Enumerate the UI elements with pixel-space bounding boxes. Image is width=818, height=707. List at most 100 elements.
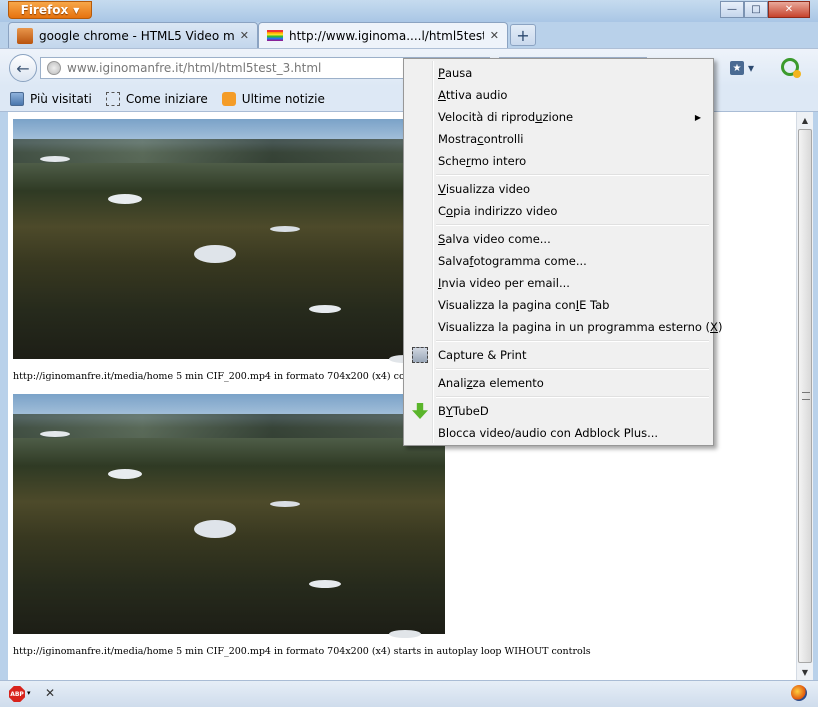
- firefox-icon: [791, 685, 807, 701]
- menu-label: ): [717, 320, 723, 334]
- submenu-arrow-icon: ▶: [694, 112, 701, 122]
- menu-label: Mostra: [438, 132, 478, 146]
- menu-label: za elemento: [472, 376, 544, 390]
- addon-bar: ABP ▾ ✕: [0, 680, 818, 707]
- url-path: /html/html5test_3.html: [183, 61, 322, 75]
- video-caption-2: http://iginomanfre.it/media/home 5 min C…: [13, 646, 591, 657]
- menu-label: nvia video per email...: [441, 276, 570, 290]
- title-bar: Firefox ▼ — □ ✕: [0, 0, 818, 22]
- arrow-left-icon: ←: [16, 58, 30, 78]
- menu-item-visualizza-video[interactable]: Visualizza video: [406, 178, 711, 200]
- menu-accesskey: Y: [445, 404, 453, 418]
- tab-google-chrome[interactable]: google chrome - HTML5 Video muted ... ✕: [8, 22, 258, 48]
- menu-accesskey: A: [438, 88, 446, 102]
- menu-label: ontrolli: [483, 132, 524, 146]
- video-player-1[interactable]: [13, 119, 445, 359]
- menu-item-copia-indirizzo[interactable]: Co pia indirizzo video: [406, 200, 711, 222]
- menu-item-salva-video[interactable]: Salva video come...: [406, 228, 711, 250]
- menu-label: Anali: [438, 376, 467, 390]
- menu-label: pia indirizzo video: [453, 204, 558, 218]
- download-arrow-icon: [412, 403, 428, 419]
- menu-item-attiva-audio[interactable]: Attiva audio: [406, 84, 711, 106]
- back-button[interactable]: ←: [9, 54, 37, 82]
- new-tab-button[interactable]: +: [510, 24, 536, 46]
- rainbow-flag-icon: [267, 30, 283, 41]
- menu-label: Sche: [438, 154, 466, 168]
- bookmark-label: Più visitati: [30, 91, 92, 106]
- grip-icon: [802, 392, 810, 400]
- bookmarks-menu-button[interactable]: ★ ▾: [730, 60, 762, 76]
- page-icon: [105, 91, 120, 106]
- maximize-button[interactable]: □: [744, 1, 768, 18]
- vertical-scrollbar[interactable]: ▲ ▼: [796, 112, 813, 680]
- menu-label: mo intero: [470, 154, 527, 168]
- bookmark-piu-visitati[interactable]: Più visitati: [10, 91, 92, 106]
- menu-label: Blocca video/audio con Adblock Plus...: [438, 426, 659, 440]
- scroll-up-arrow[interactable]: ▲: [797, 112, 813, 128]
- adblock-plus-icon[interactable]: ABP: [9, 686, 25, 702]
- close-window-button[interactable]: ✕: [768, 1, 810, 18]
- menu-accesskey: V: [438, 182, 446, 196]
- menu-item-ie-tab[interactable]: Visualizza la pagina con IE Tab: [406, 294, 711, 316]
- menu-item-salva-fotogramma[interactable]: Salva f otogramma come...: [406, 250, 711, 272]
- tab-html5test[interactable]: http://www.iginoma....l/html5test_3.html…: [258, 22, 508, 48]
- menu-item-mostra-controlli[interactable]: Mostra c ontrolli: [406, 128, 711, 150]
- menu-item-programma-esterno[interactable]: Visualizza la pagina in un programma est…: [406, 316, 722, 338]
- menu-item-analizza-elemento[interactable]: Anali z za elemento: [406, 372, 711, 394]
- video-player-2[interactable]: [13, 394, 445, 634]
- stack-overflow-icon: [17, 27, 33, 44]
- menu-accesskey: P: [438, 66, 445, 80]
- window-controls: — □ ✕: [720, 1, 810, 18]
- menu-label: ausa: [444, 66, 473, 80]
- chevron-down-icon: ▾: [748, 61, 755, 75]
- menu-label: Visualizza la pagina con: [438, 298, 576, 312]
- menu-label: TubeD: [452, 404, 489, 418]
- menu-label: Salva: [438, 254, 470, 268]
- globe-icon: [47, 61, 61, 75]
- firefox-menu-button[interactable]: Firefox ▼: [8, 1, 92, 19]
- menu-label: otogramma come...: [473, 254, 587, 268]
- bookmark-come-iniziare[interactable]: Come iniziare: [105, 91, 208, 106]
- firefox-menu-label: Firefox: [20, 3, 69, 17]
- close-tab-icon[interactable]: ✕: [490, 29, 499, 42]
- menu-label: isualizza video: [445, 182, 530, 196]
- menu-label: Visualizza la pagina in un programma est…: [438, 320, 711, 334]
- menu-item-velocita[interactable]: Velocità di riprod u zione ▶: [406, 106, 711, 128]
- scroll-thumb[interactable]: [798, 129, 812, 663]
- tab-label: http://www.iginoma....l/html5test_3.html: [289, 28, 484, 43]
- menu-item-invia-email[interactable]: Invia video per email...: [406, 272, 711, 294]
- bookmark-label: Ultime notizie: [241, 91, 325, 106]
- menu-accesskey: o: [446, 204, 454, 218]
- close-tab-icon[interactable]: ✕: [240, 29, 249, 42]
- menu-label: alva video come...: [445, 232, 551, 246]
- star-icon: ★: [730, 61, 744, 75]
- menu-label: C: [438, 204, 447, 218]
- chevron-down-icon: ▼: [73, 5, 80, 15]
- menu-item-schermo-intero[interactable]: Sche r mo intero: [406, 150, 711, 172]
- scroll-down-arrow[interactable]: ▼: [797, 664, 813, 680]
- menu-accesskey: X: [710, 320, 718, 334]
- rss-icon: [221, 91, 236, 106]
- menu-item-adblock[interactable]: Blocca video/audio con Adblock Plus...: [406, 422, 711, 444]
- menu-label: ttiva audio: [445, 88, 508, 102]
- menu-accesskey: u: [535, 110, 543, 124]
- url-host: www.iginomanfre.it: [67, 61, 184, 75]
- close-addon-bar-icon[interactable]: ✕: [45, 686, 55, 700]
- menu-item-capture-print[interactable]: Capture & Print: [406, 344, 711, 366]
- extension-icon[interactable]: [781, 58, 801, 78]
- menu-item-bytubed[interactable]: B Y TubeD: [406, 400, 711, 422]
- bookmark-label: Come iniziare: [125, 91, 208, 106]
- video-context-menu: Pausa Attiva audio Velocità di riprod u zi…: [403, 58, 722, 446]
- menu-label: Capture & Print: [438, 348, 527, 362]
- capture-icon: [412, 347, 428, 363]
- tab-label: google chrome - HTML5 Video muted ...: [39, 28, 234, 43]
- menu-item-pausa[interactable]: Pausa: [406, 62, 711, 84]
- minimize-button[interactable]: —: [720, 1, 744, 18]
- bookmark-ultime-notizie[interactable]: Ultime notizie: [221, 91, 325, 106]
- most-visited-icon: [10, 91, 24, 106]
- chevron-down-icon[interactable]: ▾: [27, 689, 31, 697]
- menu-label: B: [438, 404, 446, 418]
- menu-label: Velocità di riprod: [438, 110, 536, 124]
- menu-label: E Tab: [579, 298, 610, 312]
- tab-strip: google chrome - HTML5 Video muted ... ✕ …: [0, 22, 818, 48]
